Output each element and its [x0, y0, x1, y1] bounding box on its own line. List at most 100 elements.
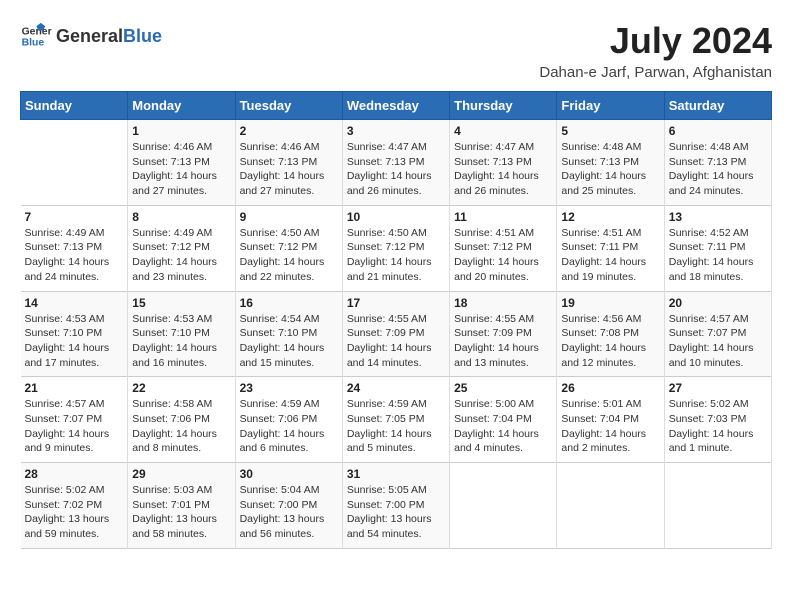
logo-blue-text: Blue [123, 26, 162, 47]
day-detail: Sunrise: 4:49 AM Sunset: 7:13 PM Dayligh… [25, 226, 124, 285]
day-header-friday: Friday [557, 92, 664, 120]
day-number: 25 [454, 381, 552, 395]
day-number: 2 [240, 124, 338, 138]
day-number: 10 [347, 210, 445, 224]
calendar-cell [664, 463, 771, 549]
day-detail: Sunrise: 5:02 AM Sunset: 7:02 PM Dayligh… [25, 483, 124, 542]
day-number: 17 [347, 296, 445, 310]
day-number: 29 [132, 467, 230, 481]
day-detail: Sunrise: 4:52 AM Sunset: 7:11 PM Dayligh… [669, 226, 767, 285]
calendar-table: SundayMondayTuesdayWednesdayThursdayFrid… [20, 91, 772, 549]
title-area: July 2024 Dahan-e Jarf, Parwan, Afghanis… [539, 20, 772, 81]
day-number: 12 [561, 210, 659, 224]
calendar-cell: 1Sunrise: 4:46 AM Sunset: 7:13 PM Daylig… [128, 120, 235, 206]
day-number: 16 [240, 296, 338, 310]
calendar-cell: 11 Sunrise: 4:51 AM Sunset: 7:12 PM Dayli… [450, 205, 557, 291]
day-detail: Sunrise: 4:54 AM Sunset: 7:10 PM Dayligh… [240, 312, 338, 371]
calendar-cell [21, 120, 128, 206]
calendar-cell: 4 Sunrise: 4:47 AM Sunset: 7:13 PM Daylig… [450, 120, 557, 206]
svg-text:General: General [22, 26, 52, 37]
day-header-sunday: Sunday [21, 92, 128, 120]
day-number: 27 [669, 381, 767, 395]
calendar-cell: 16 Sunrise: 4:54 AM Sunset: 7:10 PM Dayli… [235, 291, 342, 377]
day-header-monday: Monday [128, 92, 235, 120]
day-number: 9 [240, 210, 338, 224]
day-header-saturday: Saturday [664, 92, 771, 120]
calendar-cell: 5 Sunrise: 4:48 AM Sunset: 7:13 PM Daylig… [557, 120, 664, 206]
calendar-week-row: 14Sunrise: 4:53 AM Sunset: 7:10 PM Dayli… [21, 291, 772, 377]
day-detail: Sunrise: 4:48 AM Sunset: 7:13 PM Dayligh… [561, 140, 659, 199]
calendar-cell: 13Sunrise: 4:52 AM Sunset: 7:11 PM Dayli… [664, 205, 771, 291]
day-detail: Sunrise: 5:03 AM Sunset: 7:01 PM Dayligh… [132, 483, 230, 542]
calendar-cell: 3Sunrise: 4:47 AM Sunset: 7:13 PM Daylig… [342, 120, 449, 206]
calendar-week-row: 1Sunrise: 4:46 AM Sunset: 7:13 PM Daylig… [21, 120, 772, 206]
day-detail: Sunrise: 5:04 AM Sunset: 7:00 PM Dayligh… [240, 483, 338, 542]
day-detail: Sunrise: 4:51 AM Sunset: 7:12 PM Dayligh… [454, 226, 552, 285]
calendar-cell: 24Sunrise: 4:59 AM Sunset: 7:05 PM Dayli… [342, 377, 449, 463]
calendar-cell: 31Sunrise: 5:05 AM Sunset: 7:00 PM Dayli… [342, 463, 449, 549]
calendar-cell: 27Sunrise: 5:02 AM Sunset: 7:03 PM Dayli… [664, 377, 771, 463]
calendar-cell: 6 Sunrise: 4:48 AM Sunset: 7:13 PM Daylig… [664, 120, 771, 206]
calendar-cell: 17 Sunrise: 4:55 AM Sunset: 7:09 PM Dayli… [342, 291, 449, 377]
day-detail: Sunrise: 4:59 AM Sunset: 7:06 PM Dayligh… [240, 397, 338, 456]
day-detail: Sunrise: 5:00 AM Sunset: 7:04 PM Dayligh… [454, 397, 552, 456]
day-header-thursday: Thursday [450, 92, 557, 120]
day-number: 3 [347, 124, 445, 138]
calendar-cell: 20 Sunrise: 4:57 AM Sunset: 7:07 PM Dayli… [664, 291, 771, 377]
calendar-cell: 25 Sunrise: 5:00 AM Sunset: 7:04 PM Dayli… [450, 377, 557, 463]
day-detail: Sunrise: 4:53 AM Sunset: 7:10 PM Dayligh… [132, 312, 230, 371]
day-number: 4 [454, 124, 552, 138]
day-detail: Sunrise: 4:51 AM Sunset: 7:11 PM Dayligh… [561, 226, 659, 285]
day-detail: Sunrise: 4:47 AM Sunset: 7:13 PM Dayligh… [454, 140, 552, 199]
day-number: 23 [240, 381, 338, 395]
calendar-week-row: 7 Sunrise: 4:49 AM Sunset: 7:13 PM Daylig… [21, 205, 772, 291]
calendar-week-row: 28 Sunrise: 5:02 AM Sunset: 7:02 PM Dayli… [21, 463, 772, 549]
day-detail: Sunrise: 5:05 AM Sunset: 7:00 PM Dayligh… [347, 483, 445, 542]
day-number: 11 [454, 210, 552, 224]
calendar-cell: 7 Sunrise: 4:49 AM Sunset: 7:13 PM Daylig… [21, 205, 128, 291]
logo-icon: General Blue [20, 20, 52, 52]
day-detail: Sunrise: 4:55 AM Sunset: 7:09 PM Dayligh… [347, 312, 445, 371]
day-detail: Sunrise: 4:48 AM Sunset: 7:13 PM Dayligh… [669, 140, 767, 199]
day-header-tuesday: Tuesday [235, 92, 342, 120]
day-detail: Sunrise: 4:59 AM Sunset: 7:05 PM Dayligh… [347, 397, 445, 456]
calendar-cell: 22 Sunrise: 4:58 AM Sunset: 7:06 PM Dayli… [128, 377, 235, 463]
day-number: 20 [669, 296, 767, 310]
day-number: 6 [669, 124, 767, 138]
day-detail: Sunrise: 4:49 AM Sunset: 7:12 PM Dayligh… [132, 226, 230, 285]
day-number: 15 [132, 296, 230, 310]
calendar-header-row: SundayMondayTuesdayWednesdayThursdayFrid… [21, 92, 772, 120]
day-number: 7 [25, 210, 124, 224]
calendar-cell: 10 Sunrise: 4:50 AM Sunset: 7:12 PM Dayli… [342, 205, 449, 291]
calendar-week-row: 21Sunrise: 4:57 AM Sunset: 7:07 PM Dayli… [21, 377, 772, 463]
calendar-cell: 8 Sunrise: 4:49 AM Sunset: 7:12 PM Daylig… [128, 205, 235, 291]
day-number: 19 [561, 296, 659, 310]
location-subtitle: Dahan-e Jarf, Parwan, Afghanistan [539, 64, 772, 81]
day-detail: Sunrise: 4:57 AM Sunset: 7:07 PM Dayligh… [25, 397, 124, 456]
month-year-title: July 2024 [539, 20, 772, 62]
calendar-cell: 18Sunrise: 4:55 AM Sunset: 7:09 PM Dayli… [450, 291, 557, 377]
calendar-cell: 19 Sunrise: 4:56 AM Sunset: 7:08 PM Dayli… [557, 291, 664, 377]
calendar-cell: 9Sunrise: 4:50 AM Sunset: 7:12 PM Daylig… [235, 205, 342, 291]
day-number: 8 [132, 210, 230, 224]
calendar-cell: 12 Sunrise: 4:51 AM Sunset: 7:11 PM Dayli… [557, 205, 664, 291]
day-number: 30 [240, 467, 338, 481]
logo: General Blue General Blue [20, 20, 162, 52]
calendar-cell: 14Sunrise: 4:53 AM Sunset: 7:10 PM Dayli… [21, 291, 128, 377]
day-number: 18 [454, 296, 552, 310]
calendar-cell: 21Sunrise: 4:57 AM Sunset: 7:07 PM Dayli… [21, 377, 128, 463]
day-number: 5 [561, 124, 659, 138]
calendar-cell: 23 Sunrise: 4:59 AM Sunset: 7:06 PM Dayli… [235, 377, 342, 463]
header: General Blue General Blue July 2024 Daha… [20, 20, 772, 81]
day-detail: Sunrise: 4:46 AM Sunset: 7:13 PM Dayligh… [240, 140, 338, 199]
day-detail: Sunrise: 4:53 AM Sunset: 7:10 PM Dayligh… [25, 312, 124, 371]
calendar-cell: 26Sunrise: 5:01 AM Sunset: 7:04 PM Dayli… [557, 377, 664, 463]
day-detail: Sunrise: 4:50 AM Sunset: 7:12 PM Dayligh… [347, 226, 445, 285]
day-number: 28 [25, 467, 124, 481]
day-detail: Sunrise: 4:57 AM Sunset: 7:07 PM Dayligh… [669, 312, 767, 371]
calendar-cell: 28 Sunrise: 5:02 AM Sunset: 7:02 PM Dayli… [21, 463, 128, 549]
day-header-wednesday: Wednesday [342, 92, 449, 120]
day-detail: Sunrise: 4:56 AM Sunset: 7:08 PM Dayligh… [561, 312, 659, 371]
day-detail: Sunrise: 4:58 AM Sunset: 7:06 PM Dayligh… [132, 397, 230, 456]
day-number: 22 [132, 381, 230, 395]
